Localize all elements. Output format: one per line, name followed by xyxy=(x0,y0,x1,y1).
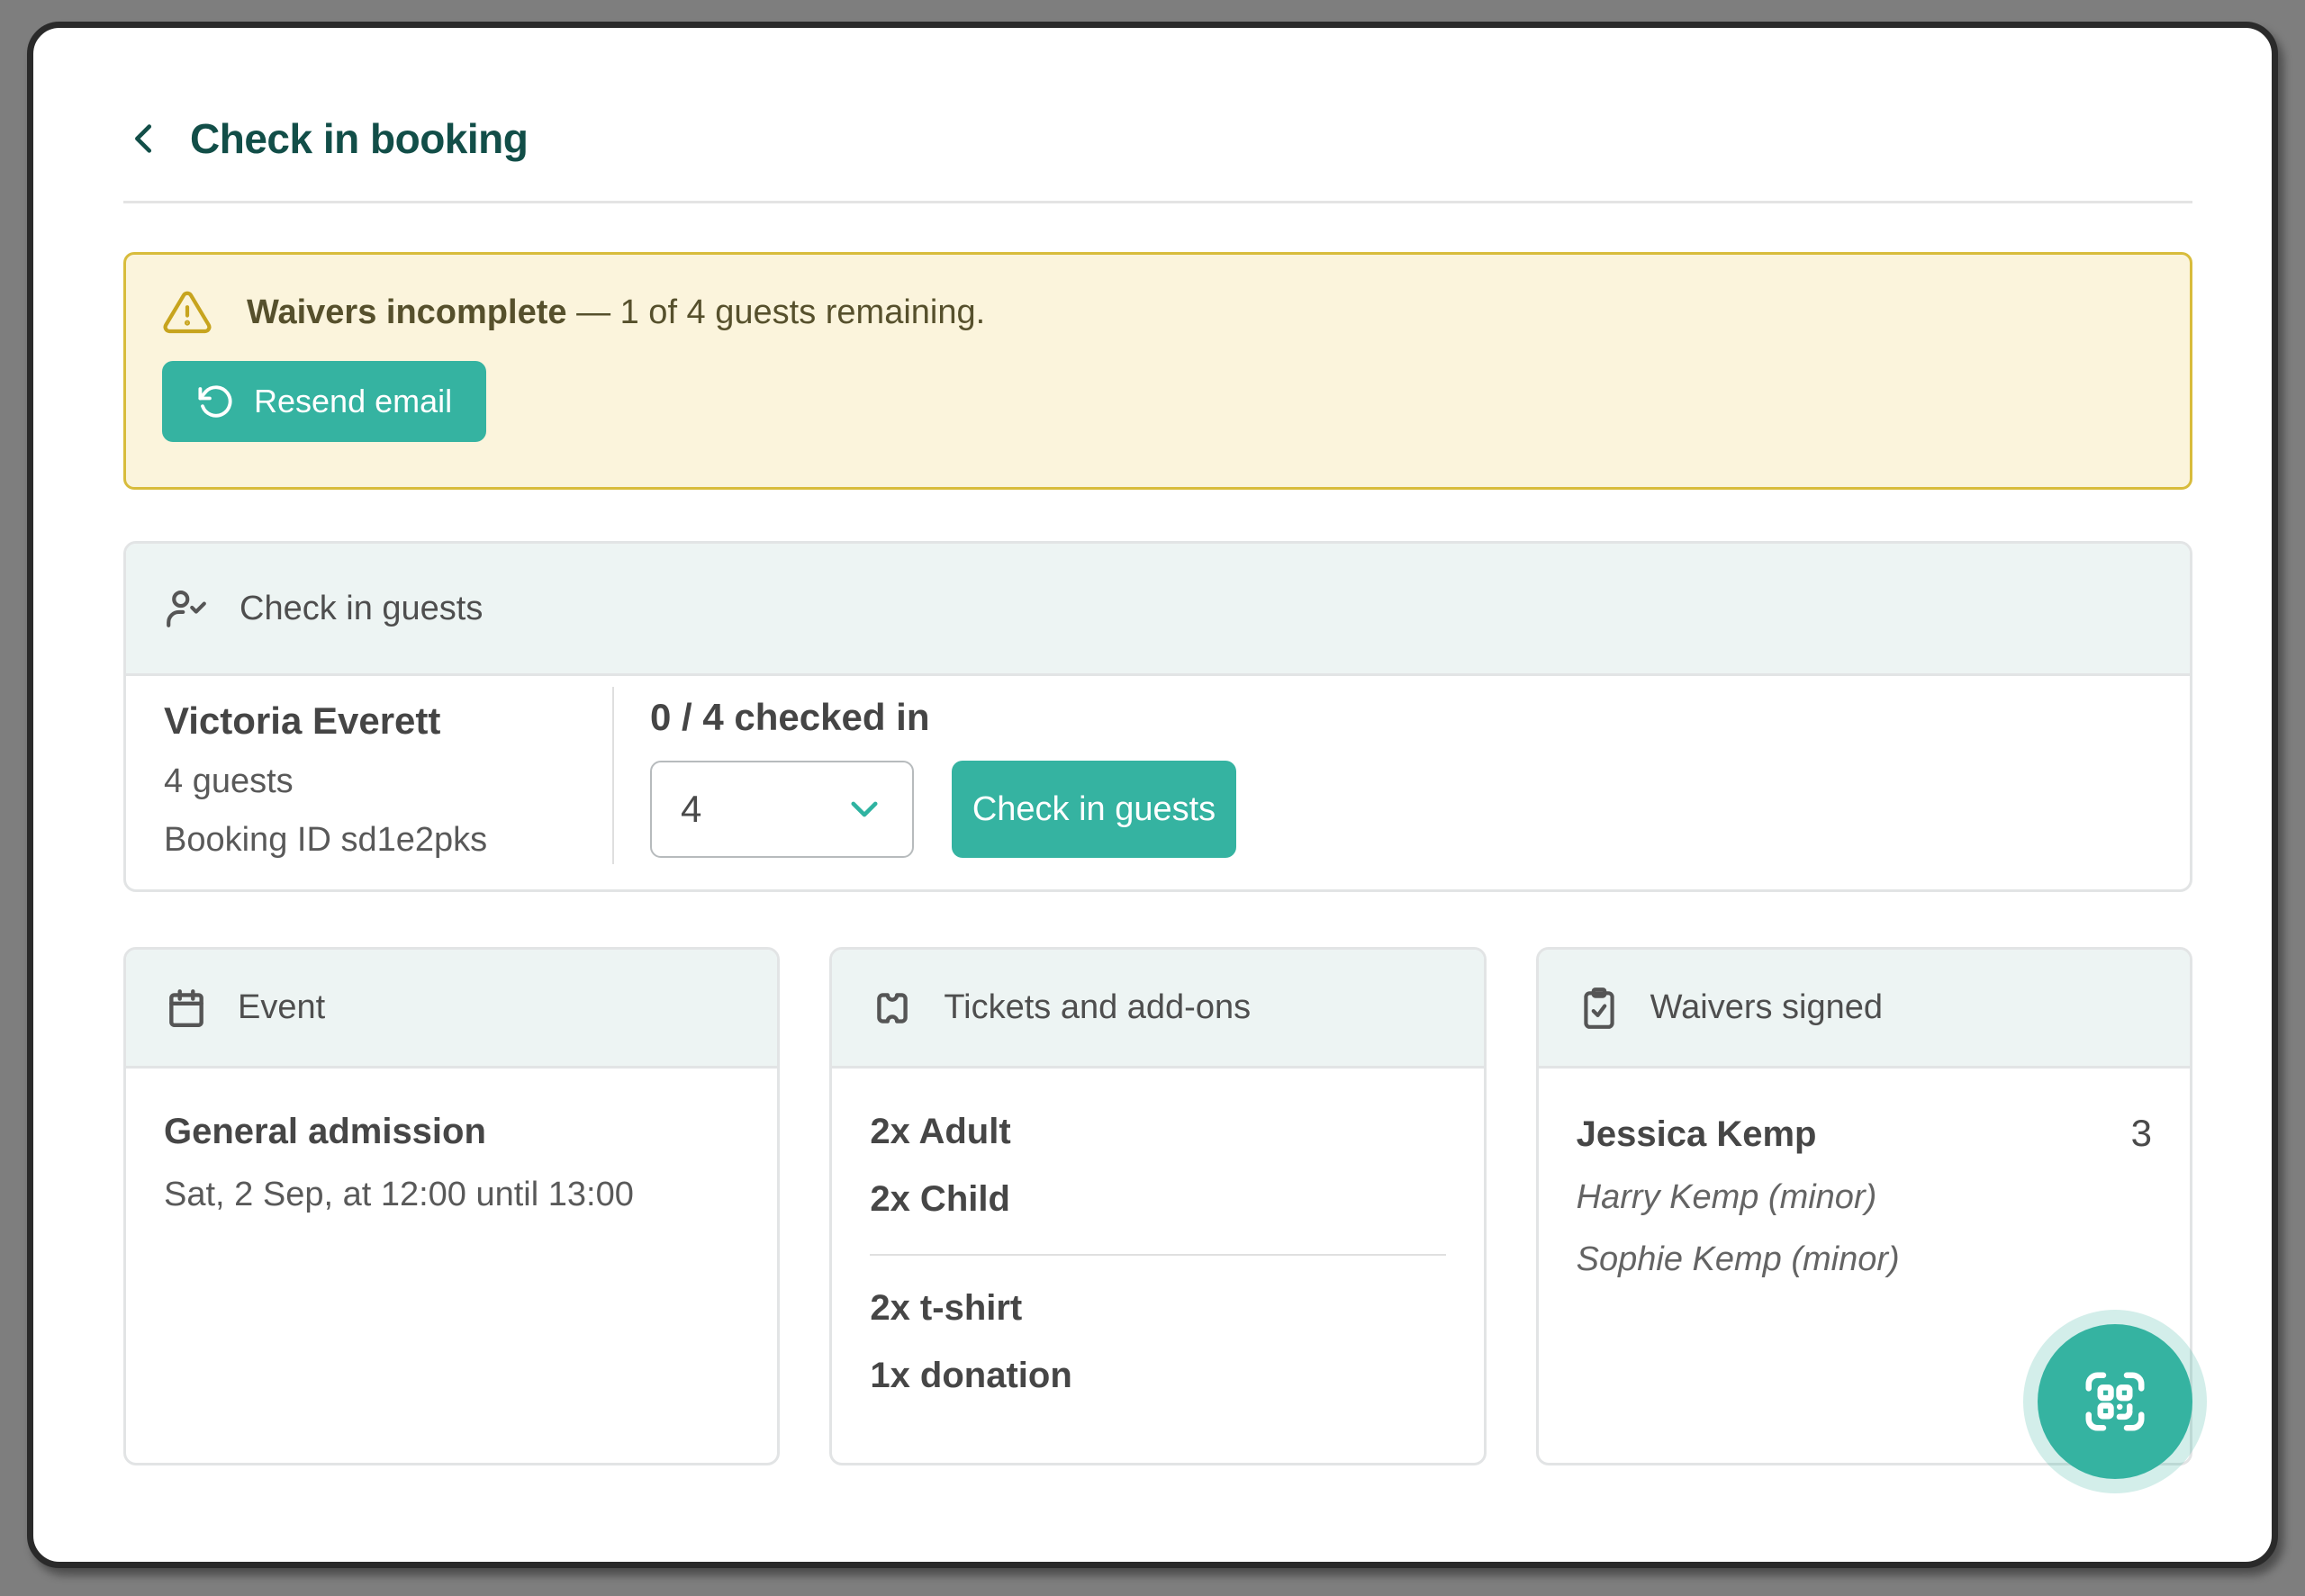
back-button[interactable] xyxy=(123,118,165,159)
tickets-card-header: Tickets and add-ons xyxy=(832,950,1483,1069)
qr-scan-fab-halo xyxy=(2023,1310,2207,1493)
calendar-icon xyxy=(164,986,209,1031)
waivers-card-title: Waivers signed xyxy=(1650,988,1883,1027)
header-divider xyxy=(123,201,2192,203)
guest-quantity-select[interactable]: 4 xyxy=(650,761,914,858)
app-window: Check in booking Waivers incomplete — 1 … xyxy=(27,22,2278,1568)
warning-detail: — 1 of 4 guests remaining. xyxy=(576,293,985,331)
event-card: Event General admission Sat, 2 Sep, at 1… xyxy=(123,947,780,1465)
page-title: Check in booking xyxy=(190,114,528,163)
booking-summary: Victoria Everett 4 guests Booking ID sd1… xyxy=(126,676,612,889)
qr-scan-icon xyxy=(2080,1366,2150,1437)
waiver-signer-name: Jessica Kemp xyxy=(1577,1114,1817,1155)
waiver-signer-row: Jessica Kemp 3 xyxy=(1577,1112,2152,1155)
addon-item: 2x t-shirt xyxy=(870,1288,1445,1329)
event-card-header: Event xyxy=(126,950,777,1069)
checkin-panel-title: Check in guests xyxy=(240,590,483,628)
guest-name: Victoria Everett xyxy=(164,699,612,743)
waivers-card-body: Jessica Kemp 3 Harry Kemp (minor) Sophie… xyxy=(1539,1069,2190,1279)
tickets-card-title: Tickets and add-ons xyxy=(944,988,1251,1027)
waivers-warning-banner: Waivers incomplete — 1 of 4 guests remai… xyxy=(123,252,2192,490)
check-in-guests-button[interactable]: Check in guests xyxy=(952,761,1236,858)
checkin-panel-header: Check in guests xyxy=(126,544,2190,676)
tickets-card: Tickets and add-ons 2x Adult 2x Child 2x… xyxy=(829,947,1486,1465)
user-check-icon xyxy=(164,586,209,631)
tickets-card-body: 2x Adult 2x Child 2x t-shirt 1x donation xyxy=(832,1069,1483,1396)
warning-triangle-icon xyxy=(162,287,212,338)
qr-scan-button[interactable] xyxy=(2038,1324,2192,1479)
checkin-panel: Check in guests Victoria Everett 4 guest… xyxy=(123,541,2192,892)
event-schedule: Sat, 2 Sep, at 12:00 until 13:00 xyxy=(164,1176,739,1214)
addons-divider xyxy=(870,1254,1445,1256)
warning-title: Waivers incomplete xyxy=(247,293,567,331)
waiver-minor: Sophie Kemp (minor) xyxy=(1577,1240,2152,1279)
event-card-title: Event xyxy=(238,988,325,1027)
checkin-progress: 0 / 4 checked in xyxy=(650,696,2190,739)
chevron-left-icon xyxy=(123,118,165,159)
resend-email-label: Resend email xyxy=(254,383,452,420)
checkin-panel-body: Victoria Everett 4 guests Booking ID sd1… xyxy=(126,676,2190,889)
resend-email-button[interactable]: Resend email xyxy=(162,361,486,442)
checkin-controls: 0 / 4 checked in 4 Check in guests xyxy=(614,676,2190,889)
ticket-icon xyxy=(870,986,915,1031)
ticket-item: 2x Adult xyxy=(870,1112,1445,1152)
booking-id: Booking ID sd1e2pks xyxy=(164,821,612,860)
warning-text: Waivers incomplete — 1 of 4 guests remai… xyxy=(247,293,985,332)
event-name: General admission xyxy=(164,1112,739,1152)
waiver-signed-count: 3 xyxy=(2131,1112,2152,1155)
warning-message-row: Waivers incomplete — 1 of 4 guests remai… xyxy=(162,287,2154,338)
waivers-card-header: Waivers signed xyxy=(1539,950,2190,1069)
chevron-down-icon xyxy=(845,790,883,828)
detail-cards-row: Event General admission Sat, 2 Sep, at 1… xyxy=(123,947,2192,1465)
guest-quantity-value: 4 xyxy=(681,788,701,831)
page-content: Check in booking Waivers incomplete — 1 … xyxy=(123,28,2192,1465)
addon-item: 1x donation xyxy=(870,1356,1445,1396)
guest-count: 4 guests xyxy=(164,762,612,801)
page-header: Check in booking xyxy=(123,114,2192,163)
event-card-body: General admission Sat, 2 Sep, at 12:00 u… xyxy=(126,1069,777,1214)
waiver-minor: Harry Kemp (minor) xyxy=(1577,1178,2152,1217)
ticket-item: 2x Child xyxy=(870,1179,1445,1220)
rotate-ccw-icon xyxy=(196,383,234,420)
clipboard-check-icon xyxy=(1577,986,1622,1031)
